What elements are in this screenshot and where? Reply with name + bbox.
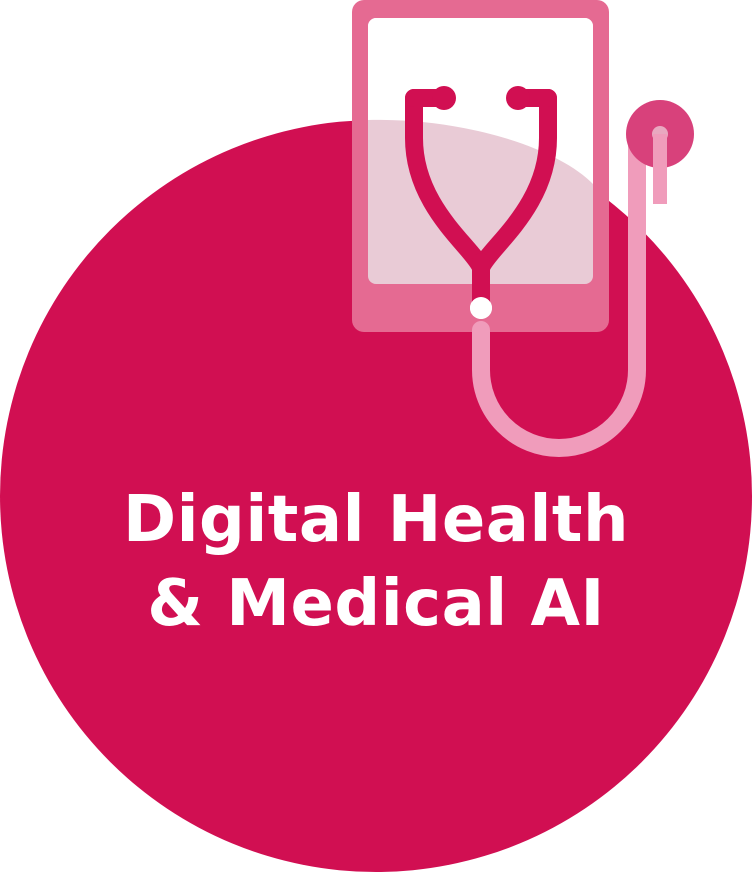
badge-graphic (0, 0, 752, 872)
digital-health-badge: Digital Health & Medical AI (0, 0, 752, 872)
title-line-1: Digital Health (122, 483, 630, 557)
title-line-2: & Medical AI (147, 567, 605, 641)
badge-title: Digital Health & Medical AI (0, 478, 752, 646)
